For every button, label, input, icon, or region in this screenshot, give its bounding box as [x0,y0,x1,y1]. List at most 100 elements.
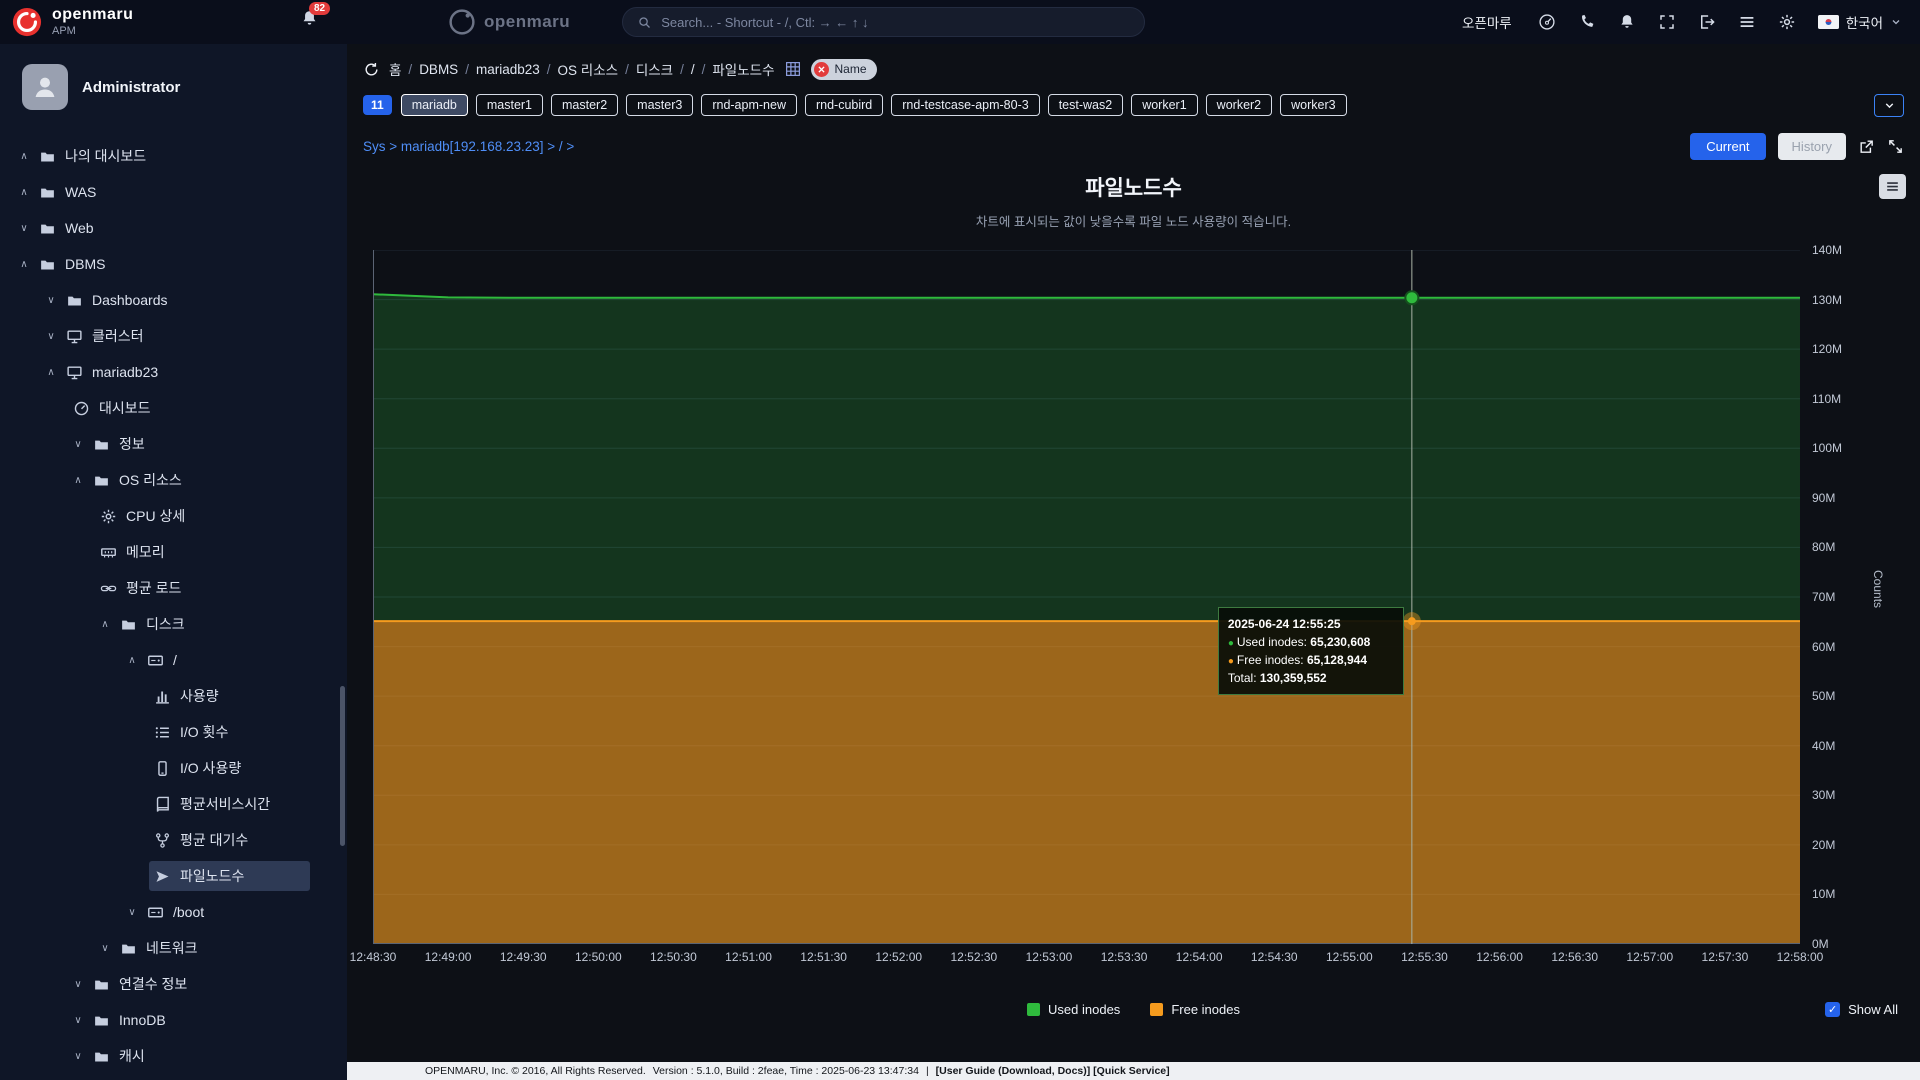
breadcrumb-separator: / [625,61,629,77]
phone-button[interactable] [1578,13,1596,31]
y-tick-label: 120M [1812,342,1843,357]
sidebar-item-14-/[interactable]: ∧ / [0,642,347,678]
breadcrumb-item[interactable]: 디스크 [636,59,673,79]
fullscreen-icon[interactable] [1887,138,1904,155]
speed-button[interactable] [1538,13,1556,31]
menu-button[interactable] [1738,13,1756,31]
sidebar-item-18-평균서비스시간[interactable]: 평균서비스시간 [0,786,347,822]
server-tag-test-was2[interactable]: test-was2 [1047,94,1124,116]
signout-button[interactable] [1698,13,1716,31]
search-box[interactable] [622,7,1146,37]
sidebar-item-5-클러스터[interactable]: ∨ 클러스터 [0,318,347,354]
sidebar-item-19-평균-대기수[interactable]: 평균 대기수 [0,822,347,858]
brand-sub: APM [52,25,76,37]
sidebar-item-16-I/O-횟수[interactable]: I/O 횟수 [0,714,347,750]
legend-item-used-inodes[interactable]: Used inodes [1027,1002,1120,1017]
chart-plot[interactable] [372,249,1800,945]
sidebar-item-6-mariadb23[interactable]: ∧ mariadb23 [0,354,347,390]
breadcrumb-item[interactable]: 파일노드수 [712,59,774,79]
y-tick-label: 20M [1812,837,1836,852]
server-tag-master1[interactable]: master1 [475,94,544,116]
search-input[interactable] [661,14,1131,30]
external-link-icon[interactable] [1858,138,1875,155]
sidebar-item-23-연결수-정보[interactable]: ∨ 연결수 정보 [0,966,347,1002]
server-tag-worker1[interactable]: worker1 [1131,94,1198,116]
legend-item-free-inodes[interactable]: Free inodes [1150,1002,1240,1017]
server-count-badge: 11 [363,95,392,115]
sidebar-item-25-캐시[interactable]: ∨ 캐시 [0,1038,347,1074]
show-all-toggle[interactable]: ✓ Show All [1825,1002,1898,1017]
cursor-icon [156,870,169,882]
sidebar-item-13-디스크[interactable]: ∧ 디스크 [0,606,347,642]
sidebar-scrollbar[interactable] [340,686,345,846]
avatar[interactable] [22,64,68,110]
sidebar-item-20-파일노드수[interactable]: 파일노드수 [0,858,347,894]
server-tag-master3[interactable]: master3 [626,94,694,116]
current-button[interactable]: Current [1690,132,1766,160]
chevron-up-icon: ∧ [74,474,82,486]
footer-links[interactable]: [User Guide (Download, Docs)] [Quick Ser… [936,1065,1170,1077]
sidebar-item-1-WAS[interactable]: ∧ WAS [0,174,347,210]
sidebar-item-21-/boot[interactable]: ∨ /boot [0,894,347,930]
sidebar-item-11-메모리[interactable]: 메모리 [0,534,347,570]
server-tag-rnd-cubird[interactable]: rnd-cubird [804,94,884,116]
sidebar-item-10-CPU-상세[interactable]: CPU 상세 [0,498,347,534]
sidebar-item-3-DBMS[interactable]: ∧ DBMS [0,246,347,282]
server-tag-mariadb[interactable]: mariadb [400,94,468,116]
x-tick-label: 12:57:00 [1626,950,1674,964]
language-selector[interactable]: 한국어 [1817,12,1902,32]
sidebar-item-12-평균-로드[interactable]: 평균 로드 [0,570,347,606]
sidebar-item-label: 메모리 [126,544,165,560]
refresh-icon[interactable] [363,61,380,78]
sidebar-item-4-Dashboards[interactable]: ∨ Dashboards [0,282,347,318]
sidebar-item-2-Web[interactable]: ∨ Web [0,210,347,246]
history-button[interactable]: History [1777,132,1846,160]
breadcrumb-item[interactable]: 홈 [389,59,401,79]
server-tag-rnd-testcase-apm-80-3[interactable]: rnd-testcase-apm-80-3 [891,94,1040,116]
x-tick-label: 12:49:30 [499,950,547,964]
server-tag-rnd-apm-new[interactable]: rnd-apm-new [701,94,797,116]
sidebar-item-label: 사용량 [180,688,219,704]
breadcrumb-item[interactable]: OS 리소스 [558,59,619,79]
sidebar-item-7-대시보드[interactable]: 대시보드 [0,390,347,426]
sidebar-item-0-나의-대시보드[interactable]: ∧ 나의 대시보드 [0,138,347,174]
footer-separator: | [925,1065,929,1077]
gear-button[interactable] [1778,13,1796,31]
y-tick-label: 10M [1812,887,1836,902]
mobile-icon [158,760,167,776]
server-tag-worker2[interactable]: worker2 [1205,94,1273,116]
instance-path[interactable]: Sys > mariadb[192.168.23.23] > / > [363,139,574,154]
sidebar-item-24-InnoDB[interactable]: ∨ InnoDB [0,1002,347,1038]
show-all-label: Show All [1848,1002,1898,1017]
show-all-checkbox[interactable]: ✓ [1825,1002,1841,1017]
filter-chip-name[interactable]: Name [810,58,877,80]
breadcrumb-item[interactable]: DBMS [419,62,458,77]
sidebar-item-22-네트워크[interactable]: ∨ 네트워크 [0,930,347,966]
sidebar-item-9-OS-리소스[interactable]: ∧ OS 리소스 [0,462,347,498]
sidebar-item-8-정보[interactable]: ∨ 정보 [0,426,347,462]
grid-view-icon[interactable] [784,60,802,78]
sidebar-item-17-I/O-사용량[interactable]: I/O 사용량 [0,750,347,786]
sidebar-item-label: OS 리소스 [119,472,182,488]
apps-button[interactable] [1658,13,1676,31]
sidebar-item-15-사용량[interactable]: 사용량 [0,678,347,714]
notifications-button[interactable]: 82 [300,2,331,33]
server-tag-worker3[interactable]: worker3 [1280,94,1347,116]
sidebar-item-label: 평균 대기수 [180,832,249,848]
server-tag-master2[interactable]: master2 [551,94,619,116]
chevron-down-icon: ∨ [128,906,136,918]
chart-menu-button[interactable] [1879,174,1906,199]
remove-filter-icon[interactable] [813,61,829,77]
bell-button[interactable] [1618,13,1636,31]
x-tick-label: 12:53:00 [1025,950,1073,964]
x-tick-label: 12:52:00 [875,950,923,964]
tags-dropdown-button[interactable] [1874,93,1904,117]
folder-icon [41,224,54,233]
breadcrumb-item[interactable]: / [691,62,695,77]
openmaru-logo-icon[interactable] [12,7,42,37]
breadcrumb-item[interactable]: mariadb23 [476,62,540,77]
sidebar-item-label: I/O 횟수 [180,724,229,740]
chevron-down-icon: ∨ [20,222,28,234]
language-label: 한국어 [1845,16,1883,31]
korean-flag-icon [1817,15,1839,29]
